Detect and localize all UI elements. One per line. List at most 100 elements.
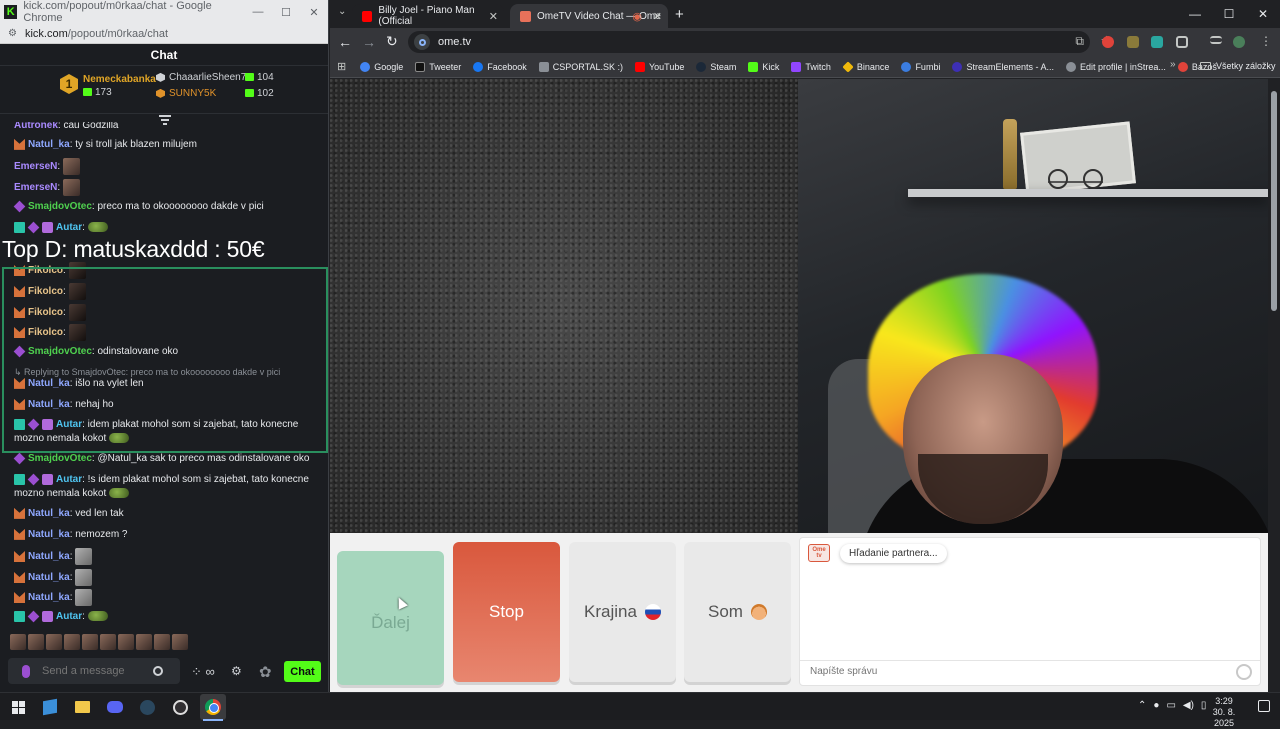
- recent-emotes-bar[interactable]: [10, 634, 188, 650]
- bookmark-fumbi[interactable]: Fumbi: [901, 61, 940, 72]
- omnibox[interactable]: ome.tv ⧉ ☆: [408, 31, 1112, 53]
- system-tray[interactable]: ⌃ ● ▭ ◀) ▯: [1138, 700, 1206, 711]
- top-donation-overlay: Top D: matuskaxddd : 50€: [2, 236, 265, 262]
- network-icon[interactable]: ▭: [1166, 700, 1175, 711]
- emoji-icon[interactable]: [1236, 664, 1252, 680]
- dark-emote-icon: [68, 262, 86, 279]
- extensions-puzzle-icon[interactable]: [1176, 36, 1188, 48]
- bookmark-youtube[interactable]: YouTube: [634, 61, 684, 72]
- close-icon[interactable]: ✕: [1246, 0, 1280, 28]
- volume-icon[interactable]: ◀): [1183, 700, 1194, 711]
- mod-settings-icon[interactable]: ✿: [259, 663, 272, 681]
- site-info-icon[interactable]: [414, 34, 430, 50]
- gift-icon: [245, 73, 254, 82]
- leader-count-1: 173: [83, 87, 112, 98]
- extension-icon[interactable]: [1102, 36, 1114, 48]
- extension-icon[interactable]: [1127, 36, 1139, 48]
- chat-message-list[interactable]: Autronek: cau Godzilla Natul_ka: ty si t…: [0, 122, 328, 632]
- bookmark-binance[interactable]: Binance: [842, 60, 889, 73]
- obs-icon[interactable]: [171, 698, 189, 716]
- steam-icon: [696, 61, 707, 72]
- profile-avatar-icon[interactable]: [1233, 36, 1245, 48]
- fox-badge-icon: [14, 377, 25, 389]
- bookmark-facebook[interactable]: Facebook: [473, 61, 527, 72]
- boy-emoji-icon: [750, 604, 767, 620]
- active-app-indicator: [203, 719, 223, 721]
- fox-badge-icon: [14, 592, 25, 603]
- minimize-icon[interactable]: —: [1178, 0, 1212, 28]
- close-tab-icon[interactable]: ✕: [653, 10, 662, 23]
- emote-icon: [172, 634, 188, 650]
- maximize-icon[interactable]: ☐: [1212, 0, 1246, 28]
- bookmark-instream[interactable]: Edit profile | inStrea...: [1065, 61, 1166, 72]
- search-taskbar-icon[interactable]: [41, 698, 59, 716]
- bookmark-steam[interactable]: Steam: [696, 61, 736, 72]
- bike-model: [1048, 151, 1103, 189]
- dark-emote-icon: [68, 304, 86, 321]
- face-emote-icon: [62, 179, 80, 196]
- discord-icon[interactable]: [106, 698, 124, 716]
- kick-points-icon[interactable]: ⁘ ∞: [191, 664, 215, 680]
- bookmark-twitch[interactable]: Twitch: [791, 61, 831, 72]
- microphone-icon[interactable]: ●: [1153, 700, 1159, 711]
- new-tab-icon[interactable]: +: [675, 6, 684, 23]
- install-app-icon[interactable]: ⧉: [1075, 34, 1084, 49]
- kebab-menu-icon[interactable]: ⋮: [1260, 34, 1272, 48]
- site-info-icon[interactable]: ⚙: [8, 28, 17, 39]
- emoji-picker-icon[interactable]: [153, 666, 163, 676]
- stop-button[interactable]: Stop: [453, 542, 560, 682]
- close-tab-icon[interactable]: ✕: [489, 10, 498, 23]
- omnibox-url[interactable]: ome.tv: [438, 36, 471, 48]
- tab-youtube[interactable]: Billy Joel - Piano Man (Official ✕: [352, 4, 504, 28]
- tray-chevron-icon[interactable]: ⌃: [1138, 700, 1146, 711]
- fox-badge-icon: [14, 327, 25, 338]
- extension-icon[interactable]: [1151, 36, 1163, 48]
- message-input[interactable]: [808, 665, 1208, 678]
- bookmark-streamelements[interactable]: StreamElements - A...: [952, 61, 1054, 72]
- minimize-icon[interactable]: —: [244, 6, 272, 19]
- apps-grid-icon[interactable]: ⊞: [337, 60, 346, 73]
- country-button[interactable]: Krajina: [569, 542, 676, 682]
- leader-name-3[interactable]: SUNNY5K: [156, 88, 216, 99]
- back-icon[interactable]: ←: [338, 34, 352, 50]
- file-explorer-icon[interactable]: [73, 698, 91, 716]
- diamond-badge-icon: [13, 200, 26, 213]
- kick-address-bar[interactable]: ⚙ kick.com/popout/m0rkaa/chat: [0, 24, 328, 44]
- leader-name-1[interactable]: Nemeckabanka: [83, 74, 156, 85]
- all-bookmarks-folder[interactable]: Všetky záložky: [1200, 61, 1276, 71]
- notifications-icon[interactable]: [1258, 700, 1270, 712]
- more-bookmarks-icon[interactable]: »: [1170, 59, 1176, 70]
- close-icon[interactable]: ✕: [300, 6, 328, 19]
- tab-search-icon[interactable]: ⌄: [338, 6, 346, 17]
- sub-badge-icon: [14, 418, 25, 430]
- reading-list-icon[interactable]: [1210, 36, 1222, 44]
- steam-icon[interactable]: [138, 698, 156, 716]
- bookmark-tweeter[interactable]: Tweeter: [415, 61, 461, 72]
- bookmark-csportal[interactable]: CSPORTAL.SK :): [538, 61, 623, 72]
- chrome-taskbar-icon[interactable]: [200, 694, 226, 720]
- maximize-icon[interactable]: ☐: [272, 6, 300, 19]
- reply-icon: ↳: [14, 367, 25, 377]
- emote-icon: [28, 634, 44, 650]
- chat-composer[interactable]: [8, 658, 180, 684]
- bookmark-google[interactable]: Google: [360, 61, 403, 72]
- scrollbar-thumb[interactable]: [1271, 91, 1277, 311]
- chat-message: Autar:: [0, 221, 320, 235]
- next-button[interactable]: Ďalej: [337, 551, 444, 685]
- bookmark-kick[interactable]: Kick: [748, 61, 779, 72]
- start-windows-icon[interactable]: [9, 698, 27, 716]
- settings-gear-icon[interactable]: ⚙: [231, 664, 242, 678]
- system-clock[interactable]: 3:29 30. 8. 2025: [1204, 696, 1244, 729]
- mic-icon[interactable]: [22, 664, 30, 678]
- page-scrollbar[interactable]: [1268, 79, 1280, 692]
- forward-icon[interactable]: →: [362, 34, 376, 50]
- tab-ometv[interactable]: OmeTV Video Chat — Ome ◉ ✕: [510, 4, 668, 28]
- leader-name-2[interactable]: ChaaarlieSheen7: [156, 72, 246, 83]
- gender-button[interactable]: Som: [684, 542, 791, 682]
- chat-message: Natul_ka: išlo na vylet len: [0, 377, 320, 391]
- leader-count-3: 102: [245, 88, 274, 99]
- reload-icon[interactable]: ↻: [386, 33, 398, 50]
- send-chat-button[interactable]: Chat: [284, 661, 321, 682]
- gift-icon: [83, 88, 92, 97]
- chat-message-input[interactable]: [40, 664, 145, 678]
